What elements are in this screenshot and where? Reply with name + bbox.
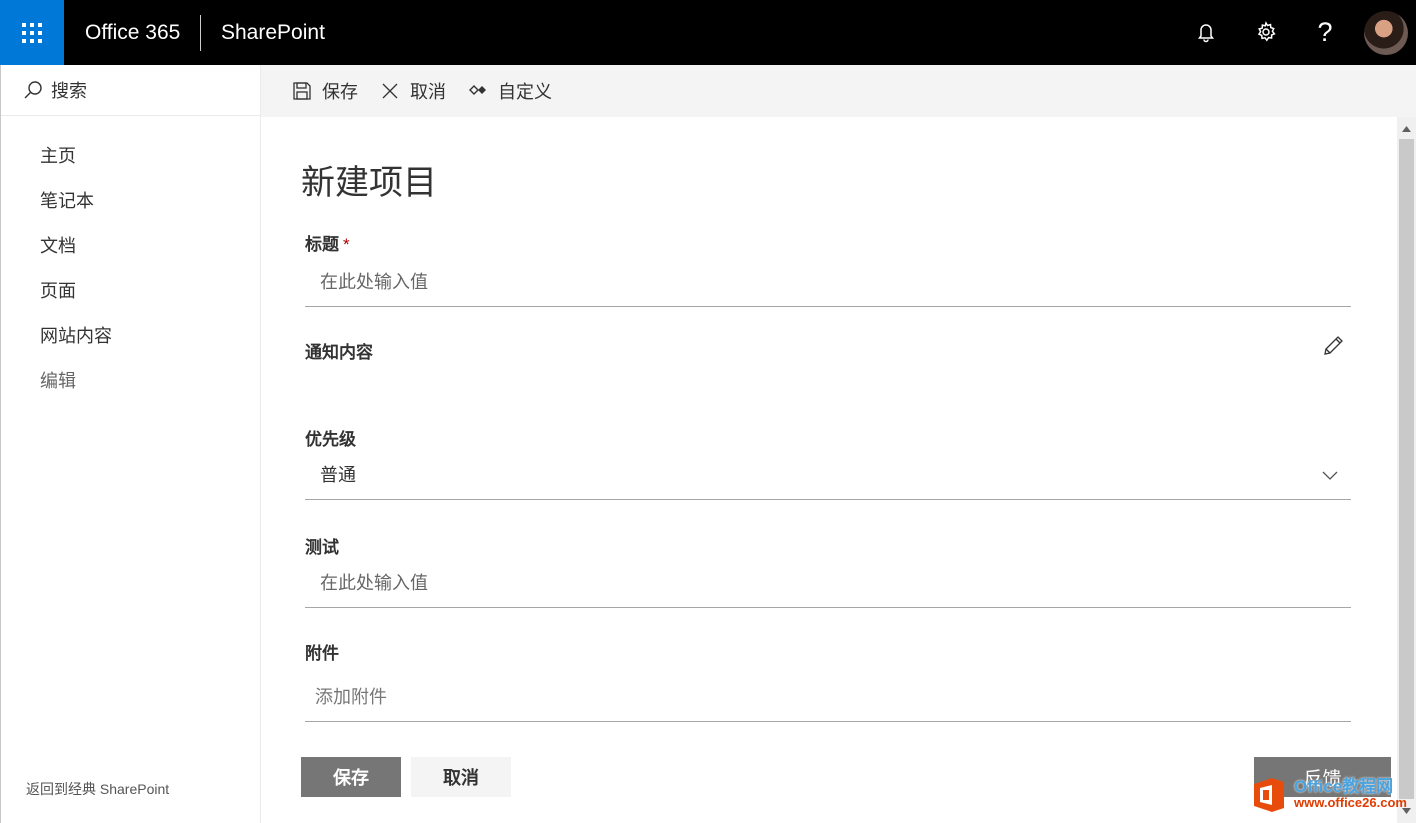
notifications-button[interactable] — [1186, 12, 1226, 52]
page-title: 新建项目 — [301, 164, 437, 202]
nav-list: 主页 笔记本 文档 页面 网站内容 编辑 — [1, 138, 261, 408]
return-to-classic-link[interactable]: 返回到经典 SharePoint — [26, 779, 169, 799]
nav-item-notebook[interactable]: 笔记本 — [1, 183, 261, 228]
attachment-field: 附件 添加附件 — [305, 639, 1351, 722]
gear-icon — [1257, 21, 1276, 42]
search-box[interactable]: 搜索 — [1, 65, 261, 116]
nav-item-site-contents[interactable]: 网站内容 — [1, 318, 261, 363]
office365-brand[interactable]: Office 365 — [85, 20, 180, 46]
test-input[interactable]: 在此处输入值 — [305, 572, 1351, 608]
sharepoint-app-name[interactable]: SharePoint — [221, 20, 325, 46]
add-attachment-link[interactable]: 添加附件 — [305, 686, 1351, 722]
help-button[interactable]: ? — [1305, 12, 1345, 52]
nav-item-documents[interactable]: 文档 — [1, 228, 261, 273]
watermark-text: Office教程网 www.office26.com — [1294, 777, 1407, 811]
required-mark: * — [343, 235, 350, 254]
title-field-label: 标题 * — [305, 230, 1351, 255]
title-input[interactable]: 在此处输入值 — [305, 271, 1351, 307]
vertical-scrollbar[interactable] — [1397, 117, 1416, 823]
search-icon — [24, 81, 42, 99]
command-bar: 保存 取消 自定义 — [261, 65, 1416, 117]
form-content: 新建项目 标题 * 在此处输入值 通知内容 优先级 普通 测试 在此处输入值 附件… — [261, 117, 1397, 823]
priority-selected-value: 普通 — [320, 465, 356, 485]
avatar[interactable] — [1364, 11, 1408, 55]
attachment-field-label: 附件 — [305, 644, 339, 663]
bell-icon — [1198, 24, 1214, 43]
scrollbar-thumb[interactable] — [1399, 139, 1414, 799]
customize-icon — [469, 85, 486, 95]
office-logo-icon — [1254, 778, 1284, 812]
nav-item-home[interactable]: 主页 — [1, 138, 261, 183]
close-icon — [382, 83, 398, 99]
save-command[interactable]: 保存 — [292, 71, 358, 111]
suite-bar: Office 365 SharePoint ? — [0, 0, 1416, 65]
priority-field-label: 优先级 — [305, 430, 356, 449]
watermark: Office教程网 www.office26.com — [1250, 770, 1416, 820]
watermark-url: www.office26.com — [1294, 795, 1407, 810]
save-command-label: 保存 — [322, 82, 358, 102]
test-field-label: 测试 — [305, 538, 339, 557]
brand-divider — [200, 15, 201, 51]
save-button[interactable]: 保存 — [301, 757, 401, 797]
edit-pencil-icon[interactable] — [1321, 334, 1345, 358]
app-launcher-button[interactable] — [0, 0, 64, 65]
notice-field: 通知内容 — [305, 336, 1351, 363]
title-label-text: 标题 — [305, 235, 339, 254]
customize-command-label: 自定义 — [498, 82, 552, 102]
cancel-command[interactable]: 取消 — [380, 71, 446, 111]
customize-command[interactable]: 自定义 — [468, 71, 552, 111]
watermark-brand: Office教程网 — [1294, 777, 1394, 796]
test-field: 测试 在此处输入值 — [305, 533, 1351, 608]
nav-item-edit[interactable]: 编辑 — [1, 363, 261, 408]
title-field: 标题 * 在此处输入值 — [305, 230, 1351, 307]
priority-field: 优先级 普通 — [305, 425, 1351, 500]
cancel-command-label: 取消 — [410, 82, 446, 102]
priority-select[interactable]: 普通 — [305, 464, 1351, 500]
scroll-up-arrow-icon[interactable] — [1397, 121, 1416, 137]
chevron-down-icon — [1322, 471, 1338, 480]
app-launcher-icon — [22, 22, 42, 43]
nav-item-pages[interactable]: 页面 — [1, 273, 261, 318]
cancel-button[interactable]: 取消 — [411, 757, 511, 797]
help-icon: ? — [1317, 16, 1333, 47]
save-icon — [293, 82, 311, 100]
settings-button[interactable] — [1246, 12, 1286, 52]
search-label: 搜索 — [51, 81, 87, 101]
notice-field-label: 通知内容 — [305, 343, 373, 362]
left-navigation: 搜索 主页 笔记本 文档 页面 网站内容 编辑 返回到经典 SharePoint — [0, 65, 261, 823]
